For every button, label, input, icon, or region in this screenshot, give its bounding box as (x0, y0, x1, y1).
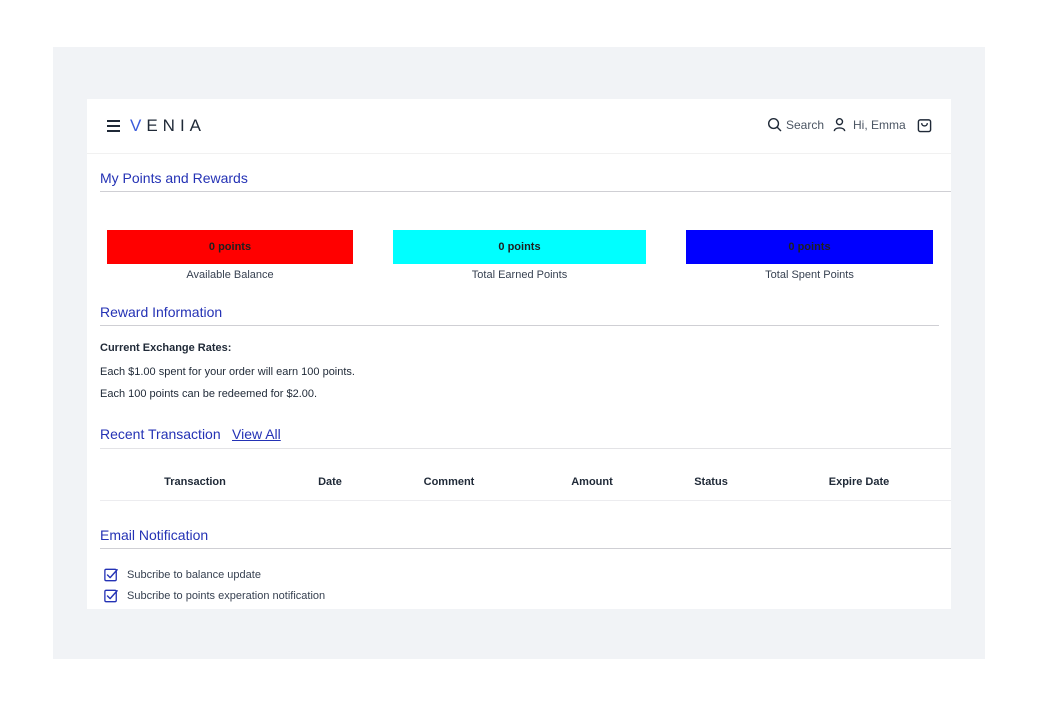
reward-info-title: Reward Information (100, 304, 223, 320)
expiration-notification-checkbox-row[interactable]: Subcribe to points experation notificati… (104, 589, 325, 603)
earned-points-value: 0 points (498, 241, 541, 253)
exchange-rates-heading: Current Exchange Rates: (100, 342, 232, 354)
table-header-divider (100, 500, 951, 501)
reward-info-divider (100, 325, 939, 326)
checked-checkbox-icon[interactable] (104, 568, 118, 582)
column-header-date: Date (318, 476, 342, 488)
points-section-title: My Points and Rewards (100, 170, 248, 186)
balance-update-checkbox-row[interactable]: Subcribe to balance update (104, 568, 261, 582)
account-trigger[interactable]: Hi, Emma (832, 117, 906, 132)
view-all-link[interactable]: View All (232, 426, 281, 442)
transaction-divider (100, 448, 951, 449)
column-header-amount: Amount (571, 476, 613, 488)
page-container: VENIA Search Hi, Emma My Points and Rewa… (87, 99, 951, 609)
available-balance-value: 0 points (208, 241, 252, 253)
hamburger-menu-icon[interactable] (107, 120, 121, 132)
balance-update-label: Subcribe to balance update (127, 569, 261, 581)
email-notification-title: Email Notification (100, 527, 209, 543)
earn-rule-text: Each $1.00 spent for your order will ear… (100, 366, 355, 378)
cart-trigger[interactable] (917, 118, 936, 133)
available-balance-card: 0 points (107, 230, 353, 264)
search-label: Search (786, 117, 825, 132)
site-header: VENIA Search Hi, Emma (87, 99, 951, 154)
recent-transaction-title: Recent Transaction (100, 426, 221, 442)
available-balance-caption: Available Balance (186, 269, 274, 281)
checked-checkbox-icon[interactable] (104, 589, 118, 603)
points-divider (100, 191, 951, 192)
spent-points-caption: Total Spent Points (765, 269, 854, 281)
account-greeting: Hi, Emma (853, 117, 906, 132)
email-divider (100, 548, 951, 549)
column-header-status: Status (694, 476, 728, 488)
user-icon (833, 117, 846, 132)
spent-points-value: 0 points (788, 241, 831, 253)
earned-points-caption: Total Earned Points (471, 269, 568, 281)
column-header-expire-date: Expire Date (828, 476, 890, 488)
search-icon (767, 117, 782, 132)
column-header-transaction: Transaction (164, 476, 226, 488)
spent-points-card: 0 points (686, 230, 933, 264)
search-trigger[interactable]: Search (767, 117, 824, 132)
column-header-comment: Comment (423, 476, 475, 488)
earned-points-card: 0 points (393, 230, 646, 264)
venia-logo[interactable]: VENIA (130, 116, 206, 136)
redeem-rule-text: Each 100 points can be redeemed for $2.0… (100, 388, 318, 400)
expiration-notification-label: Subcribe to points experation notificati… (127, 590, 326, 602)
shopping-bag-icon (917, 119, 932, 133)
